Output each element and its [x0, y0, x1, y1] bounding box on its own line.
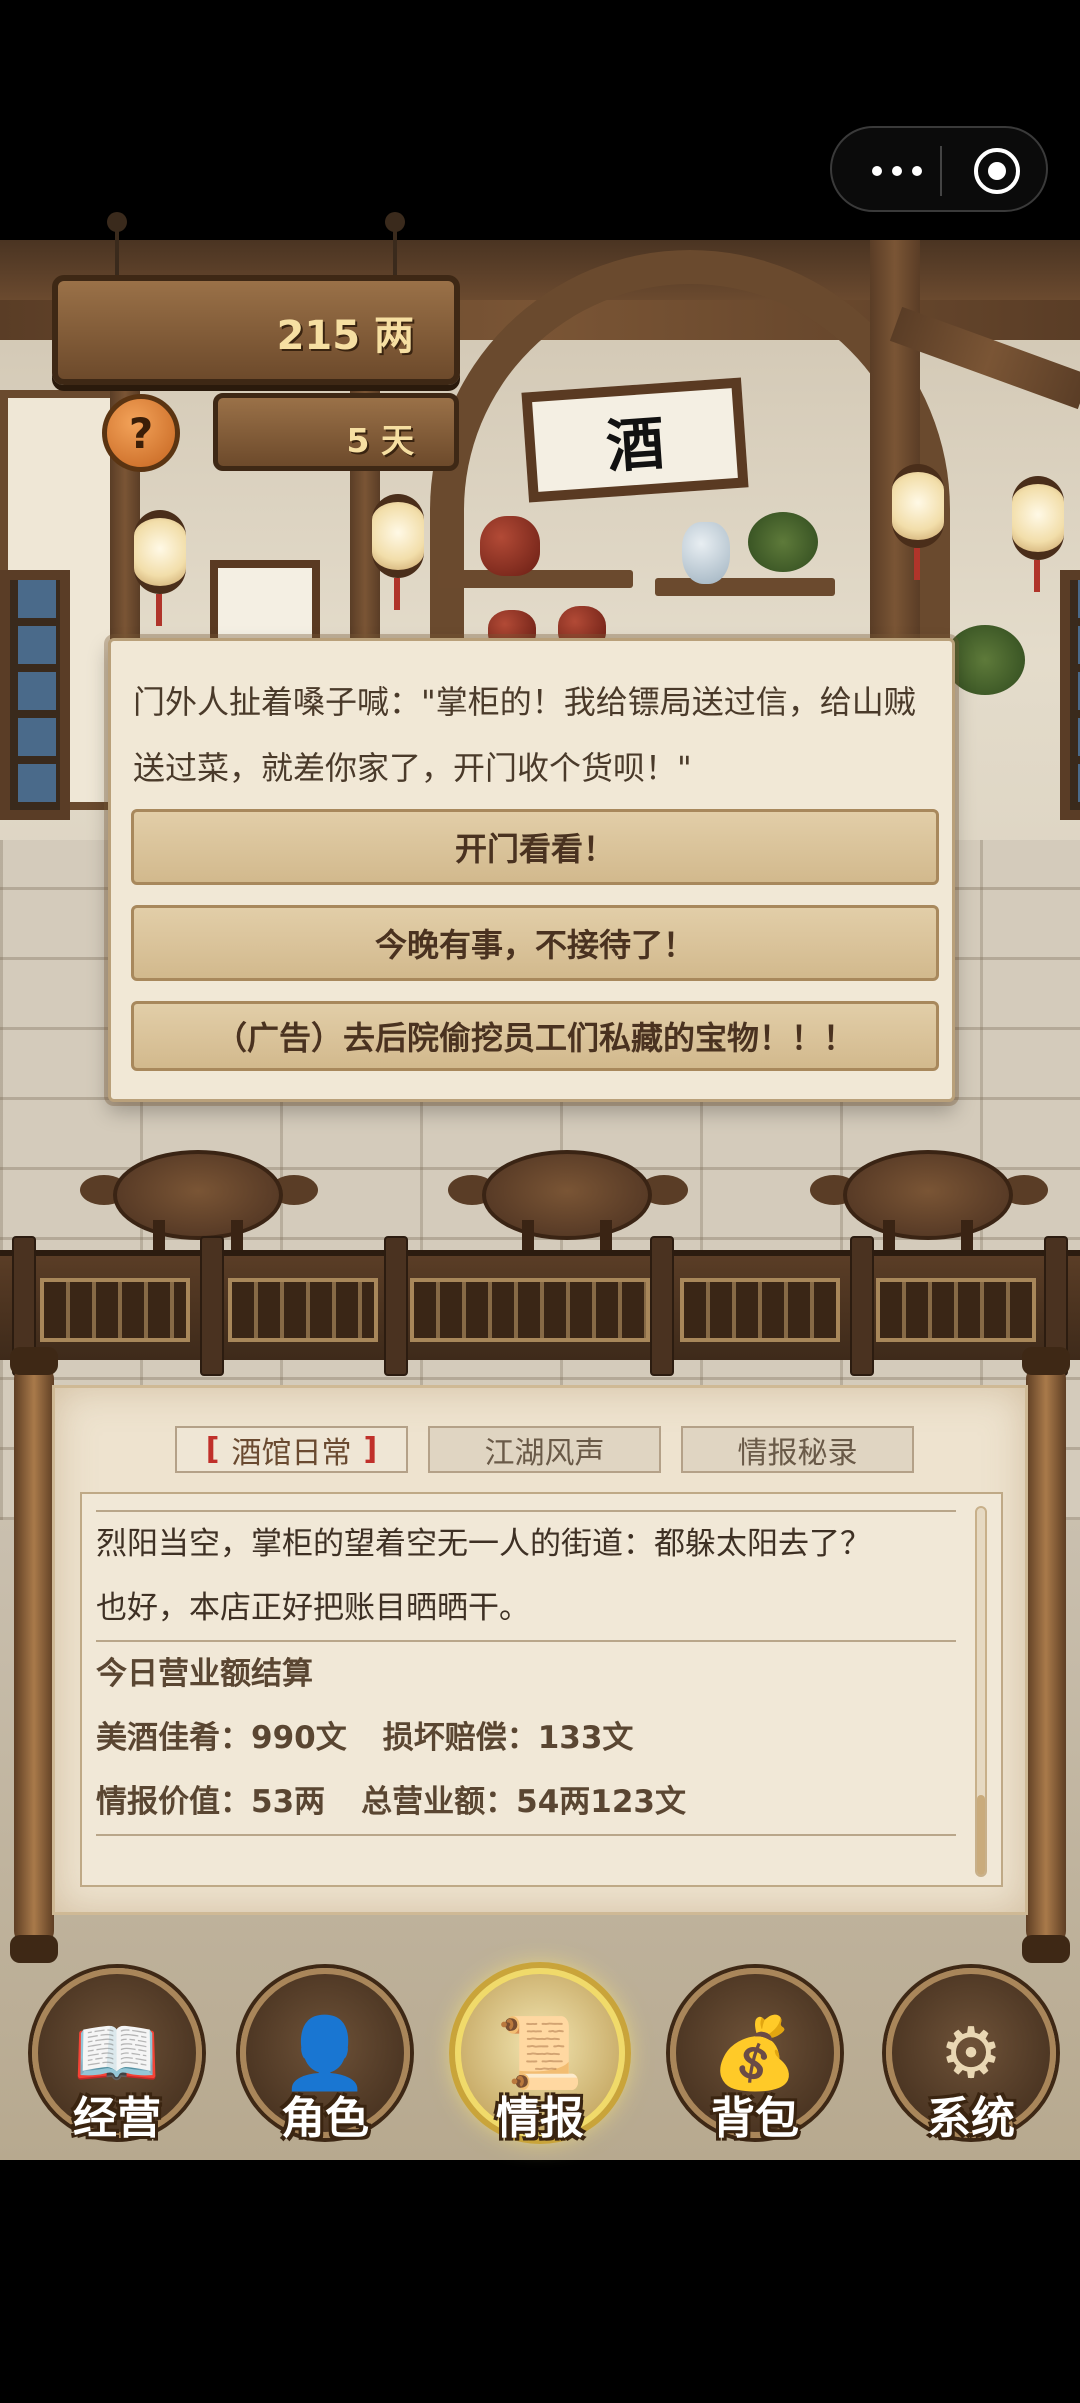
option-refuse-button[interactable]: 今晚有事，不接待了！: [131, 905, 939, 981]
log-tabs: [ 酒馆日常 ] 江湖风声 情报秘录: [175, 1426, 914, 1473]
wine-jar-icon: [480, 516, 540, 576]
miniprogram-capsule: [830, 126, 1048, 212]
total-revenue: 总营业额：54两123文: [361, 1784, 686, 1820]
scroll-rod-right: [1022, 1347, 1070, 1963]
days-display: 5 天: [213, 393, 459, 471]
close-miniprogram-icon[interactable]: [974, 148, 1020, 194]
tab-intel-records[interactable]: 情报秘录: [681, 1426, 914, 1473]
hanging-rope: [385, 212, 405, 278]
intel-value: 情报价值：53两: [96, 1784, 326, 1820]
nav-intel[interactable]: 📜 情报: [455, 1968, 625, 2148]
hanging-rope: [107, 212, 127, 278]
wine-sign-text: 酒: [604, 409, 667, 481]
summary-row: 美酒佳肴：990文 损坏赔偿：133文: [96, 1706, 956, 1770]
money-display: 215 两: [52, 275, 460, 385]
paper-lantern-icon: [134, 510, 186, 626]
more-menu-icon[interactable]: [872, 166, 922, 176]
nav-business[interactable]: 📖 经营: [32, 1968, 202, 2148]
bonsai-icon: [748, 512, 818, 572]
paper-lantern-icon: [892, 464, 944, 580]
nav-label: 背包: [711, 2093, 799, 2144]
log-parchment: [ 酒馆日常 ] 江湖风声 情报秘录 八卦走全了一本店只做全了主意。 烈阳当空，…: [52, 1385, 1028, 1915]
event-dialog: 门外人扯着嗓子喊："掌柜的！我给镖局送过信，给山贼送过菜，就差你家了，开门收个货…: [108, 638, 955, 1102]
wooden-railing: [0, 1236, 1080, 1376]
wine-sign: 酒: [521, 377, 749, 503]
log-line-partial: 八卦走全了一本店只做全了主意。: [96, 1494, 956, 1510]
paper-lantern-icon: [372, 494, 424, 610]
nav-label: 系统: [927, 2093, 1015, 2144]
round-table: [113, 1150, 283, 1280]
event-text: 门外人扯着嗓子喊："掌柜的！我给镖局送过信，给山贼送过菜，就差你家了，开门收个货…: [133, 683, 916, 787]
nav-label: 情报: [496, 2093, 584, 2144]
divider: [96, 1834, 956, 1836]
tab-bracket-right: ]: [363, 1432, 378, 1467]
shelf: [438, 570, 633, 588]
damage-compensation: 损坏赔偿：133文: [382, 1720, 634, 1756]
nav-label: 角色: [281, 2093, 369, 2144]
question-mark-icon: ?: [128, 408, 154, 458]
porcelain-vase-icon: [682, 522, 730, 584]
nav-label: 经营: [73, 2093, 161, 2144]
wine-food-income: 美酒佳肴：990文: [96, 1720, 347, 1756]
help-button[interactable]: ?: [102, 394, 180, 472]
nav-character[interactable]: 👤 角色: [240, 1968, 410, 2148]
tab-bracket-left: [: [205, 1432, 220, 1467]
shelf: [655, 578, 835, 596]
paper-lantern-icon: [1012, 476, 1064, 592]
bonsai-icon: [945, 625, 1025, 695]
tab-tavern-daily[interactable]: [ 酒馆日常 ]: [175, 1426, 408, 1473]
capsule-divider: [940, 146, 942, 196]
option-ad-treasure-button[interactable]: （广告）去后院偷挖员工们私藏的宝物！！！: [131, 1001, 939, 1071]
log-list[interactable]: 八卦走全了一本店只做全了主意。 烈阳当空，掌柜的望着空无一人的街道：都躲太阳去了…: [80, 1492, 1003, 1887]
days-value: 5 天: [346, 421, 414, 460]
nav-system[interactable]: ⚙ 系统: [886, 1968, 1056, 2148]
summary-title: 今日营业额结算: [96, 1656, 313, 1692]
scroll-rod-left: [10, 1347, 58, 1963]
log-scrollbar[interactable]: [975, 1506, 987, 1877]
nav-backpack[interactable]: 💰 背包: [670, 1968, 840, 2148]
tab-label: 江湖风声: [484, 1435, 605, 1471]
summary-row: 情报价值：53两 总营业额：54两123文: [96, 1770, 956, 1834]
money-value: 215 两: [276, 313, 414, 359]
scrollbar-thumb[interactable]: [977, 1795, 985, 1875]
log-line: 也好，本店正好把账目晒晒干。: [96, 1590, 530, 1626]
left-window: [0, 570, 70, 820]
tab-label: 酒馆日常: [231, 1435, 352, 1471]
round-table: [482, 1150, 652, 1280]
tab-jianghu-news[interactable]: 江湖风声: [428, 1426, 661, 1473]
tab-label: 情报秘录: [737, 1435, 858, 1471]
option-open-door-button[interactable]: 开门看看！: [131, 809, 939, 885]
bottom-nav: 📖 经营 👤 角色 📜 情报 💰 背包 ⚙ 系统: [0, 1960, 1080, 2160]
log-line: 烈阳当空，掌柜的望着空无一人的街道：都躲太阳去了？: [96, 1526, 871, 1562]
right-window: [1060, 570, 1080, 820]
